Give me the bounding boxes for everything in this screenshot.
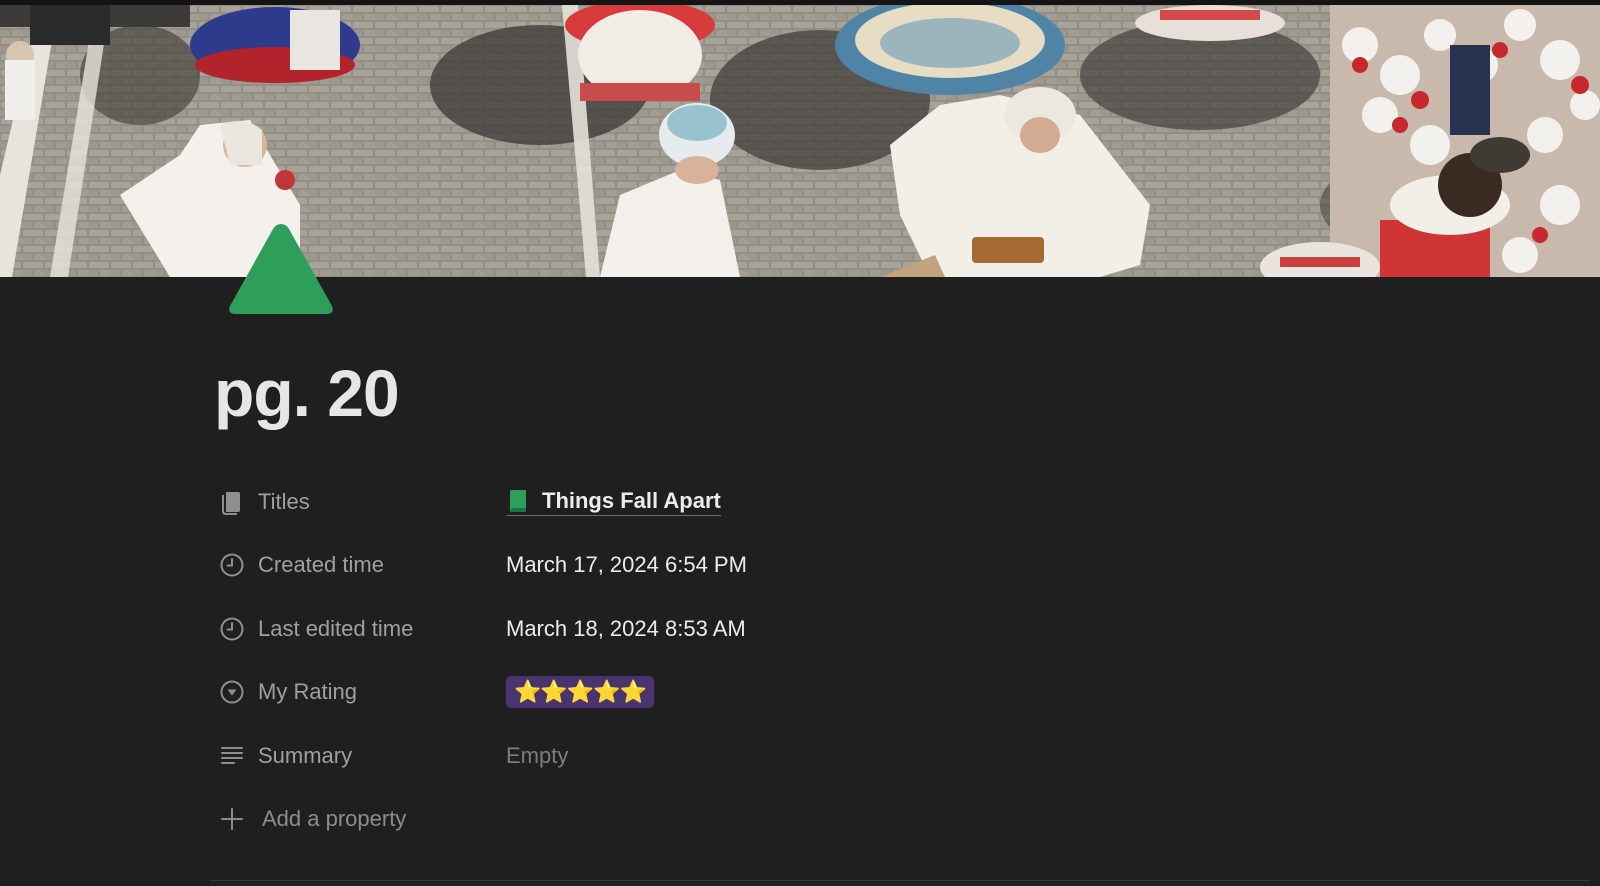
select-icon [218, 678, 246, 706]
property-label[interactable]: Titles [218, 488, 506, 516]
add-property-button[interactable]: Add a property [218, 788, 1378, 852]
properties-list: Titles Things Fall Apart Created time Ma… [218, 470, 1378, 851]
property-label-text: My Rating [258, 679, 358, 705]
property-label-text: Last edited time [258, 615, 414, 641]
property-value[interactable]: ⭐⭐⭐⭐⭐ [506, 676, 654, 709]
property-my-rating[interactable]: My Rating ⭐⭐⭐⭐⭐ [218, 661, 1378, 725]
property-created-time[interactable]: Created time March 17, 2024 6:54 PM [218, 534, 1378, 598]
notion-page: pg. 20 Titles Things Fall Apart Created … [0, 0, 1600, 886]
property-label[interactable]: Last edited time [218, 615, 506, 643]
clock-icon [218, 615, 246, 643]
property-label[interactable]: Created time [218, 551, 506, 579]
property-value: March 18, 2024 8:53 AM [506, 615, 746, 641]
rating-badge[interactable]: ⭐⭐⭐⭐⭐ [506, 676, 654, 709]
property-label[interactable]: My Rating [218, 678, 506, 706]
property-label[interactable]: Summary [218, 742, 506, 770]
property-label-text: Created time [258, 552, 384, 578]
text-lines-icon [218, 742, 246, 770]
property-value: March 17, 2024 6:54 PM [506, 552, 747, 578]
clock-icon [218, 551, 246, 579]
property-label-text: Titles [258, 488, 310, 514]
add-property-label[interactable]: Add a property [218, 805, 506, 833]
property-last-edited-time[interactable]: Last edited time March 18, 2024 8:53 AM [218, 597, 1378, 661]
plus-icon [218, 805, 246, 833]
add-property-text: Add a property [262, 806, 407, 832]
relation-title: Things Fall Apart [542, 487, 721, 513]
relation-link-things-fall-apart[interactable]: Things Fall Apart [506, 488, 721, 516]
divider [210, 880, 1590, 881]
green-book-icon [510, 489, 526, 512]
green-triangle-icon[interactable] [226, 220, 336, 318]
property-summary[interactable]: Summary Empty [218, 724, 1378, 788]
property-value-empty[interactable]: Empty [506, 743, 568, 769]
page-title[interactable]: pg. 20 [214, 360, 400, 426]
property-titles[interactable]: Titles Things Fall Apart [218, 470, 1378, 534]
property-value[interactable]: Things Fall Apart [506, 488, 721, 516]
property-label-text: Summary [258, 742, 353, 768]
relation-icon [218, 488, 246, 516]
